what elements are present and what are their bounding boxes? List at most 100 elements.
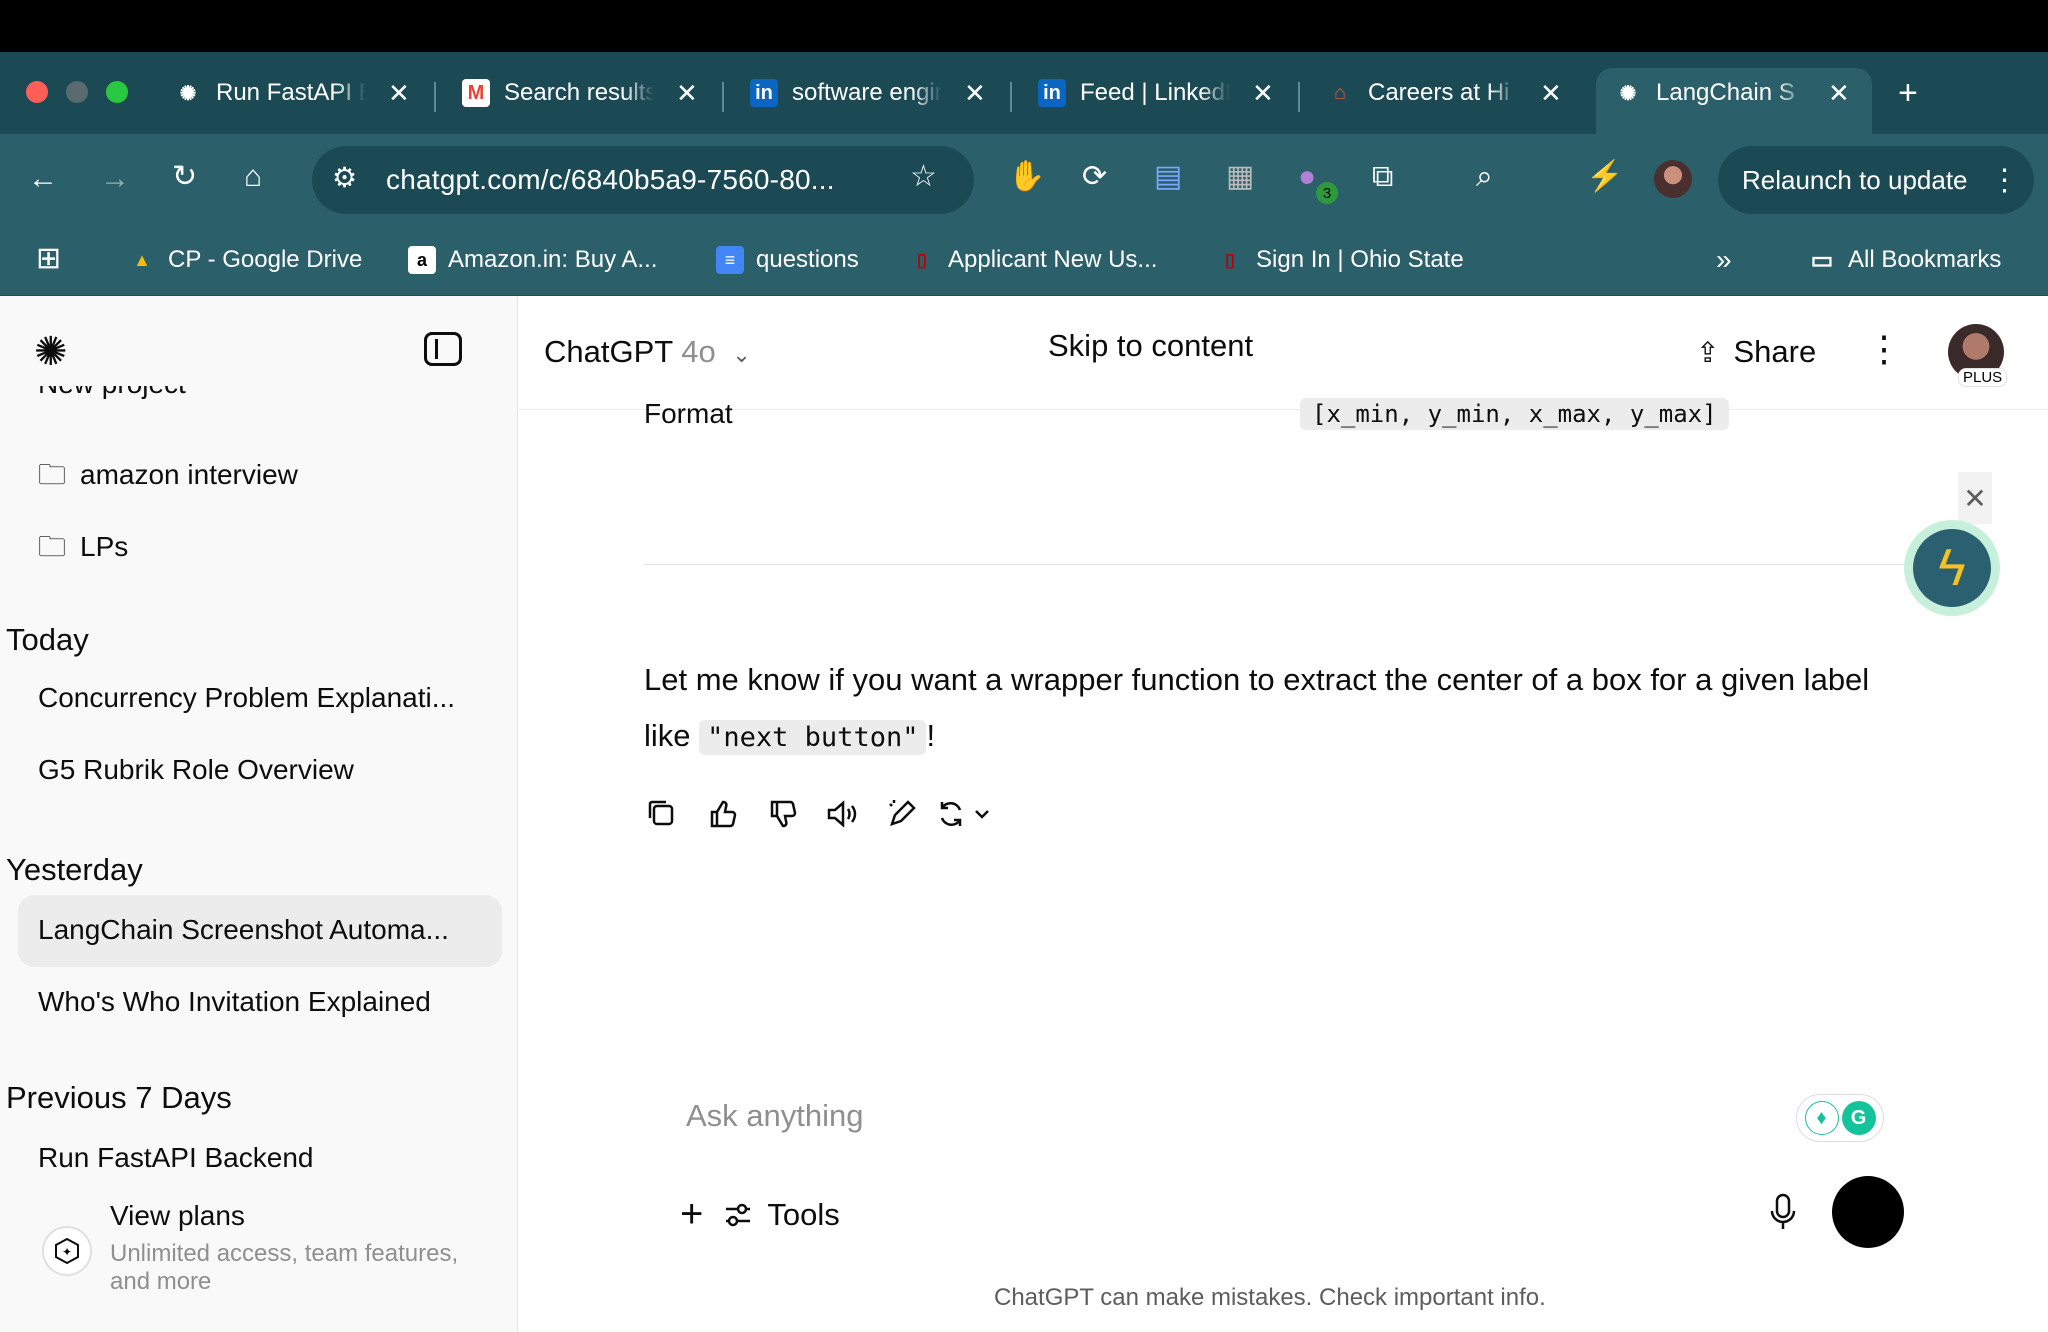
regenerate-icon[interactable] bbox=[934, 796, 998, 832]
close-icon[interactable]: ✕ bbox=[1958, 472, 1992, 524]
share-button[interactable]: ⇪ Share bbox=[1696, 334, 1816, 370]
performance-icon[interactable]: ⚡ bbox=[1586, 162, 1623, 192]
careers-icon: ⌂ bbox=[1333, 81, 1347, 104]
close-tab-icon[interactable]: ✕ bbox=[676, 78, 698, 109]
sidebar-new-project[interactable]: New project bbox=[38, 386, 186, 406]
close-tab-icon[interactable]: ✕ bbox=[1828, 78, 1850, 109]
tab-separator bbox=[1010, 82, 1012, 112]
drive-icon: ▲ bbox=[133, 249, 151, 270]
tab-search-results[interactable]: M Search results ✕ bbox=[462, 72, 698, 114]
osu-icon: ▯ bbox=[917, 249, 927, 270]
docs-icon: ≡ bbox=[716, 246, 744, 274]
prompt-input[interactable]: Ask anything bbox=[686, 1098, 864, 1134]
chat-item[interactable]: Run FastAPI Backend bbox=[38, 1142, 313, 1174]
url-text[interactable]: chatgpt.com/c/6840b5a9-7560-80... bbox=[386, 164, 835, 196]
bookmark-amazon[interactable]: a Amazon.in: Buy A... bbox=[408, 246, 657, 274]
reload-icon[interactable]: ↻ bbox=[172, 162, 197, 192]
read-aloud-icon[interactable] bbox=[824, 796, 860, 832]
sidebar-toggle-icon[interactable] bbox=[424, 332, 462, 366]
thumbs-down-icon[interactable] bbox=[764, 796, 800, 832]
extension-badge: 3 bbox=[1316, 182, 1338, 204]
share-upload-icon: ⇪ bbox=[1696, 336, 1720, 368]
skip-to-content-link[interactable]: Skip to content bbox=[1048, 328, 1253, 364]
chatgpt-icon: ✺ bbox=[1619, 82, 1637, 105]
new-tab-button[interactable]: + bbox=[1898, 76, 1918, 110]
bookmark-applicant[interactable]: ▯ Applicant New Us... bbox=[908, 246, 1157, 274]
chatgpt-icon: ✺ bbox=[179, 82, 197, 105]
chat-item[interactable]: Concurrency Problem Explanati... bbox=[38, 682, 455, 714]
grammarly-widget[interactable]: ♦ G bbox=[1796, 1094, 1884, 1142]
close-tab-icon[interactable]: ✕ bbox=[1540, 78, 1562, 109]
model-selector[interactable]: ChatGPT 4o ⌄ bbox=[544, 334, 751, 370]
bookmark-star-icon[interactable]: ☆ bbox=[910, 162, 937, 192]
all-bookmarks[interactable]: ▭ All Bookmarks bbox=[1808, 246, 2002, 274]
sidebar-project-amazon-interview[interactable]: 🗀 amazon interview bbox=[38, 454, 298, 502]
svg-text:✦: ✦ bbox=[62, 1245, 72, 1259]
tab-run-fastapi[interactable]: ✺ Run FastAPI Backend ✕ bbox=[174, 72, 410, 114]
copy-icon[interactable] bbox=[644, 796, 680, 832]
home-icon[interactable]: ⌂ bbox=[244, 162, 262, 192]
chat-item[interactable]: Who's Who Invitation Explained bbox=[38, 986, 431, 1018]
format-value: [x_min, y_min, x_max, y_max] bbox=[1300, 398, 1729, 430]
document-extension-icon[interactable]: ▤ bbox=[1154, 162, 1182, 192]
chat-item-active[interactable]: LangChain Screenshot Automa... bbox=[38, 914, 449, 946]
extensions-puzzle-icon[interactable]: ⧉ bbox=[1372, 162, 1393, 192]
tab-feed-linkedin[interactable]: in Feed | LinkedIn ✕ bbox=[1038, 72, 1274, 114]
chevron-down-icon: ⌄ bbox=[732, 342, 751, 367]
back-arrow-icon[interactable]: ← bbox=[28, 164, 58, 194]
tab-langchain[interactable]: ✺ LangChain S ✕ bbox=[1614, 72, 1850, 114]
bookmark-questions[interactable]: ≡ questions bbox=[716, 246, 859, 274]
voice-mode-button[interactable] bbox=[1832, 1176, 1904, 1248]
more-bookmarks-chevron-icon[interactable]: » bbox=[1716, 246, 1732, 274]
tab-careers[interactable]: ⌂ Careers at Hi ✕ bbox=[1326, 72, 1562, 114]
chat-item[interactable]: G5 Rubrik Role Overview bbox=[38, 754, 354, 786]
thumbs-up-icon[interactable] bbox=[704, 796, 740, 832]
osu-icon: ▯ bbox=[1225, 249, 1235, 270]
bookmark-ohio-state[interactable]: ▯ Sign In | Ohio State bbox=[1216, 246, 1464, 274]
bookmark-cp-drive[interactable]: ▲ CP - Google Drive bbox=[128, 246, 362, 274]
close-tab-icon[interactable]: ✕ bbox=[964, 78, 986, 109]
linkedin-icon: in bbox=[1038, 79, 1066, 107]
sidebar: ✺ New project 🗀amazon interview 🗀LPs Tod… bbox=[0, 296, 518, 1332]
forward-arrow-icon[interactable]: → bbox=[100, 164, 130, 194]
tab-search-icon[interactable]: ⌕ bbox=[1476, 162, 1493, 192]
folder-icon: 🗀 bbox=[38, 531, 67, 562]
disclaimer-text: ChatGPT can make mistakes. Check importa… bbox=[994, 1284, 1546, 1311]
format-label: Format bbox=[644, 398, 733, 429]
site-settings-icon[interactable]: ⚙ bbox=[332, 164, 357, 192]
close-window-button[interactable] bbox=[26, 81, 48, 103]
assistant-message: Let me know if you want a wrapper functi… bbox=[644, 662, 1870, 755]
close-tab-icon[interactable]: ✕ bbox=[388, 78, 410, 109]
extension-purple-icon[interactable]: ● bbox=[1298, 162, 1316, 192]
close-tab-icon[interactable]: ✕ bbox=[1252, 78, 1274, 109]
profile-avatar[interactable] bbox=[1654, 160, 1692, 198]
inline-code: "next button" bbox=[699, 720, 927, 755]
tools-button[interactable]: Tools bbox=[767, 1197, 839, 1233]
tab-software-engineer[interactable]: in software engineer ✕ bbox=[750, 72, 986, 114]
edit-sparkle-icon[interactable] bbox=[884, 796, 920, 832]
maximize-window-button[interactable] bbox=[106, 81, 128, 103]
lightbulb-icon: ♦ bbox=[1804, 1101, 1839, 1135]
tools-sliders-icon[interactable] bbox=[723, 1200, 753, 1230]
tab-separator bbox=[434, 82, 436, 112]
adblock-extension-icon[interactable]: ✋ bbox=[1008, 162, 1045, 192]
sync-extension-icon[interactable]: ⟳ bbox=[1082, 162, 1107, 192]
minimize-window-button[interactable] bbox=[66, 81, 88, 103]
section-heading-yesterday: Yesterday bbox=[6, 852, 143, 887]
notes-extension-icon[interactable]: ▦ bbox=[1226, 162, 1254, 192]
section-heading-previous-7-days: Previous 7 Days bbox=[6, 1080, 232, 1115]
plus-icon[interactable]: + bbox=[680, 1192, 703, 1237]
folder-icon: ▭ bbox=[1810, 246, 1834, 274]
apps-grid-icon[interactable]: ⊞ bbox=[36, 244, 61, 274]
more-vertical-icon[interactable]: ⋮ bbox=[1866, 328, 1902, 370]
tab-separator bbox=[1298, 82, 1300, 112]
relaunch-button[interactable]: Relaunch to update ⋮ bbox=[1718, 146, 2034, 214]
horizontal-rule bbox=[644, 564, 1904, 565]
openai-logo-icon[interactable]: ✺ bbox=[34, 330, 78, 374]
assistant-extension-bolt-icon[interactable]: ϟ bbox=[1904, 520, 2000, 616]
more-vertical-icon[interactable]: ⋮ bbox=[1990, 163, 2020, 198]
gmail-icon: M bbox=[462, 79, 490, 107]
amazon-icon: a bbox=[408, 246, 436, 274]
microphone-icon[interactable] bbox=[1768, 1192, 1798, 1237]
sidebar-project-lps[interactable]: 🗀 LPs bbox=[38, 526, 128, 574]
